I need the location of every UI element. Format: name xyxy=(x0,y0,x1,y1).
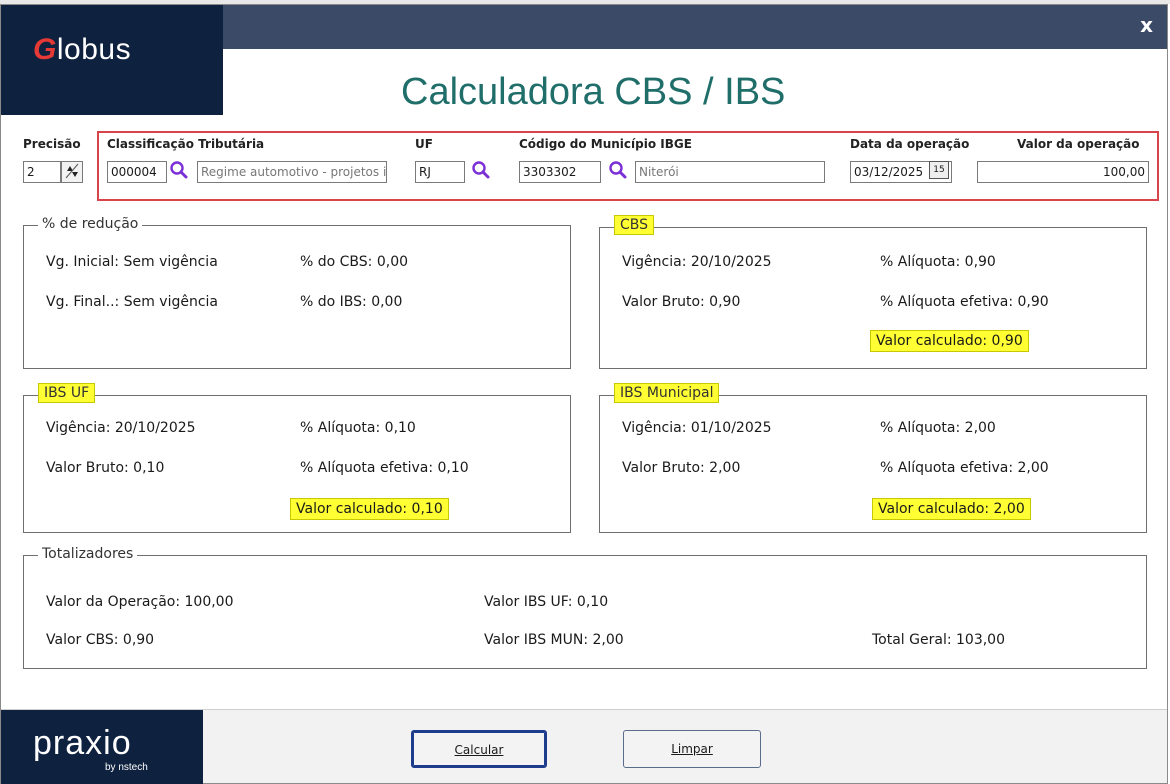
spinner-icon xyxy=(65,163,79,179)
cbs-title: CBS xyxy=(614,215,655,235)
ibs-uf-group: IBS UF Vigência: 20/10/2025 % Alíquota: … xyxy=(23,383,571,533)
ibs-mun-aliquota: % Alíquota: 2,00 xyxy=(880,420,996,436)
praxio-logo-text: praxio xyxy=(33,724,132,762)
cbs-aliquota: % Alíquota: 0,90 xyxy=(880,254,996,270)
calcular-button[interactable]: Calcular xyxy=(411,730,547,768)
ibs-uf-aliquota: % Alíquota: 0,10 xyxy=(300,420,416,436)
ibs-mun-valor-bruto: Valor Bruto: 2,00 xyxy=(622,460,741,476)
ibs-mun-title: IBS Municipal xyxy=(614,383,720,403)
limpar-button[interactable]: Limpar xyxy=(623,730,761,768)
reducao-group: % de redução Vg. Inicial: Sem vigência V… xyxy=(23,216,571,369)
close-button[interactable]: x xyxy=(1140,13,1153,37)
total-valor-cbs: Valor CBS: 0,90 xyxy=(46,632,155,648)
classificacao-search-icon[interactable] xyxy=(169,159,189,181)
municipio-search-icon[interactable] xyxy=(608,159,628,181)
ibs-uf-title: IBS UF xyxy=(38,383,96,403)
ibs-mun-aliquota-efetiva: % Alíquota efetiva: 2,00 xyxy=(880,460,1049,476)
uf-search-icon[interactable] xyxy=(471,159,491,181)
page-title: Calculadora CBS / IBS xyxy=(401,71,786,113)
valor-label: Valor da operação xyxy=(1017,137,1140,151)
praxio-logo: praxio by nstech xyxy=(1,710,203,784)
municipio-label: Código do Município IBGE xyxy=(519,137,692,151)
cbs-aliquota-efetiva: % Alíquota efetiva: 0,90 xyxy=(880,294,1049,310)
reducao-vg-inicial: Vg. Inicial: Sem vigência xyxy=(46,254,218,270)
municipio-code-input[interactable]: 3303302 xyxy=(519,161,601,183)
precisao-label: Precisão xyxy=(23,137,81,151)
municipio-name-field: Niterói xyxy=(635,161,825,183)
valor-input[interactable]: 100,00 xyxy=(977,161,1149,183)
ibs-mun-group: IBS Municipal Vigência: 01/10/2025 % Alí… xyxy=(599,383,1147,533)
total-geral: Total Geral: 103,00 xyxy=(872,632,1005,648)
reducao-pct-ibs: % do IBS: 0,00 xyxy=(300,294,403,310)
uf-label: UF xyxy=(415,137,433,151)
ibs-uf-aliquota-efetiva: % Alíquota efetiva: 0,10 xyxy=(300,460,469,476)
total-valor-ibs-mun: Valor IBS MUN: 2,00 xyxy=(484,632,624,648)
classificacao-label: Classificação Tributária xyxy=(107,137,265,151)
precisao-input[interactable]: 2 xyxy=(23,161,61,183)
ibs-mun-valor-calculado: Valor calculado: 2,00 xyxy=(872,498,1031,520)
ibs-uf-vigencia: Vigência: 20/10/2025 xyxy=(46,420,196,436)
precisao-spinner-icon[interactable] xyxy=(61,161,83,183)
ibs-mun-vigencia: Vigência: 01/10/2025 xyxy=(622,420,772,436)
uf-input[interactable]: RJ xyxy=(415,161,465,183)
reducao-vg-final: Vg. Final..: Sem vigência xyxy=(46,294,218,310)
cbs-valor-bruto: Valor Bruto: 0,90 xyxy=(622,294,741,310)
cbs-group: CBS Vigência: 20/10/2025 % Alíquota: 0,9… xyxy=(599,215,1147,369)
data-label: Data da operação xyxy=(850,137,970,151)
footer-bar: praxio by nstech Calcular Limpar xyxy=(1,709,1167,784)
globus-logo-text: Globus xyxy=(33,33,132,66)
cbs-valor-calculado: Valor calculado: 0,90 xyxy=(870,330,1029,352)
totalizadores-title: Totalizadores xyxy=(38,546,138,562)
ibs-uf-valor-bruto: Valor Bruto: 0,10 xyxy=(46,460,165,476)
ibs-uf-valor-calculado: Valor calculado: 0,10 xyxy=(290,498,449,520)
total-valor-ibs-uf: Valor IBS UF: 0,10 xyxy=(484,594,609,610)
total-valor-operacao: Valor da Operação: 100,00 xyxy=(46,594,234,610)
totalizadores-group: Totalizadores Valor da Operação: 100,00 … xyxy=(23,546,1147,669)
reducao-title: % de redução xyxy=(38,216,143,232)
globus-logo: Globus xyxy=(1,5,223,115)
classificacao-desc-field: Regime automotivo - projetos ir xyxy=(197,161,387,183)
calculator-window: x Globus Calculadora CBS / IBS Precisão … xyxy=(0,4,1168,784)
calendar-icon[interactable]: 15 xyxy=(929,161,949,179)
classificacao-code-input[interactable]: 000004 xyxy=(107,161,167,183)
praxio-logo-sub: by nstech xyxy=(105,762,148,773)
cbs-vigencia: Vigência: 20/10/2025 xyxy=(622,254,772,270)
reducao-pct-cbs: % do CBS: 0,00 xyxy=(300,254,409,270)
